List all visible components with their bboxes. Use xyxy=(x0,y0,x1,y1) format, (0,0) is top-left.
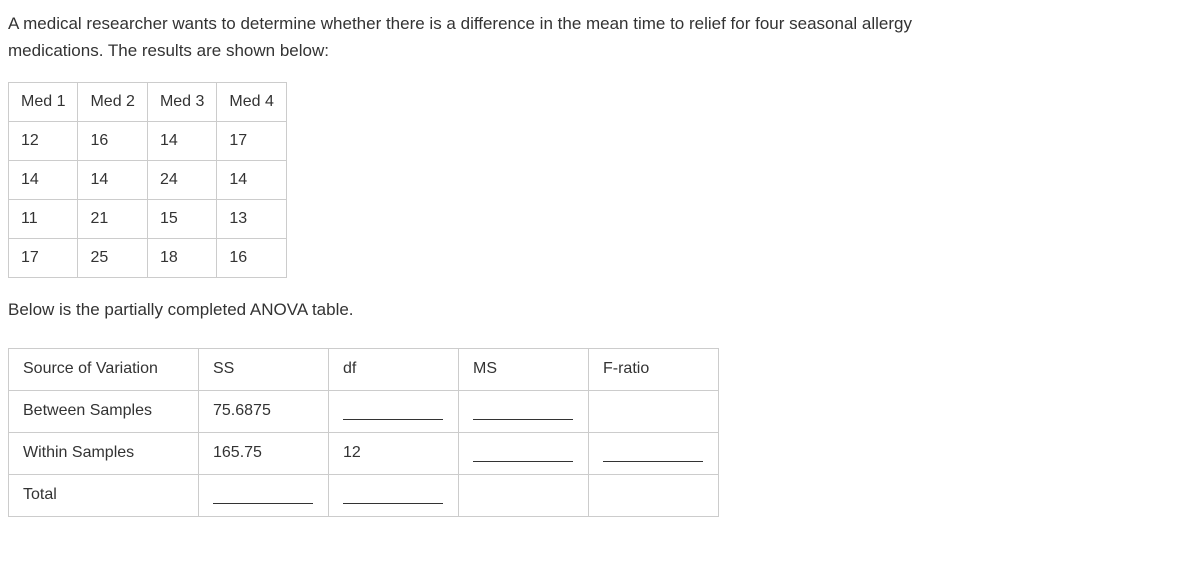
table-header-row: Med 1 Med 2 Med 3 Med 4 xyxy=(9,83,287,122)
data-cell: 25 xyxy=(78,239,147,278)
anova-row-between: Between Samples 75.6875 xyxy=(9,390,719,432)
problem-statement: A medical researcher wants to determine … xyxy=(8,10,1192,64)
header-med1: Med 1 xyxy=(9,83,78,122)
anova-df: 12 xyxy=(329,432,459,474)
anova-header-row: Source of Variation SS df MS F-ratio xyxy=(9,348,719,390)
data-cell: 16 xyxy=(217,239,286,278)
anova-table: Source of Variation SS df MS F-ratio Bet… xyxy=(8,348,719,517)
header-med2: Med 2 xyxy=(78,83,147,122)
anova-df-blank xyxy=(329,474,459,516)
anova-ms xyxy=(459,474,589,516)
blank-field xyxy=(603,448,703,462)
anova-label: Between Samples xyxy=(9,390,199,432)
data-cell: 17 xyxy=(217,122,286,161)
data-cell: 14 xyxy=(147,122,216,161)
table-row: 11 21 15 13 xyxy=(9,200,287,239)
data-cell: 14 xyxy=(78,161,147,200)
data-cell: 16 xyxy=(78,122,147,161)
anova-ss: 75.6875 xyxy=(199,390,329,432)
table-row: 12 16 14 17 xyxy=(9,122,287,161)
data-cell: 17 xyxy=(9,239,78,278)
data-cell: 15 xyxy=(147,200,216,239)
anova-row-within: Within Samples 165.75 12 xyxy=(9,432,719,474)
anova-f xyxy=(589,390,719,432)
data-cell: 24 xyxy=(147,161,216,200)
anova-df-blank xyxy=(329,390,459,432)
data-cell: 13 xyxy=(217,200,286,239)
anova-ss: 165.75 xyxy=(199,432,329,474)
medication-data-table: Med 1 Med 2 Med 3 Med 4 12 16 14 17 14 1… xyxy=(8,82,287,278)
blank-field xyxy=(473,406,573,420)
blank-field xyxy=(343,490,443,504)
blank-field xyxy=(213,490,313,504)
table-row: 14 14 24 14 xyxy=(9,161,287,200)
anova-header-f: F-ratio xyxy=(589,348,719,390)
intro-line-2: medications. The results are shown below… xyxy=(8,41,329,60)
anova-header-source: Source of Variation xyxy=(9,348,199,390)
anova-label: Total xyxy=(9,474,199,516)
anova-f xyxy=(589,474,719,516)
anova-header-ss: SS xyxy=(199,348,329,390)
data-cell: 21 xyxy=(78,200,147,239)
anova-row-total: Total xyxy=(9,474,719,516)
data-cell: 12 xyxy=(9,122,78,161)
anova-ms-blank xyxy=(459,390,589,432)
anova-header-ms: MS xyxy=(459,348,589,390)
data-cell: 14 xyxy=(217,161,286,200)
blank-field xyxy=(343,406,443,420)
table-row: 17 25 18 16 xyxy=(9,239,287,278)
anova-ss-blank xyxy=(199,474,329,516)
blank-field xyxy=(473,448,573,462)
header-med4: Med 4 xyxy=(217,83,286,122)
anova-ms-blank xyxy=(459,432,589,474)
anova-intro-text: Below is the partially completed ANOVA t… xyxy=(8,296,1192,323)
data-cell: 14 xyxy=(9,161,78,200)
intro-line-1: A medical researcher wants to determine … xyxy=(8,14,912,33)
anova-f-blank xyxy=(589,432,719,474)
data-cell: 18 xyxy=(147,239,216,278)
data-cell: 11 xyxy=(9,200,78,239)
header-med3: Med 3 xyxy=(147,83,216,122)
anova-header-df: df xyxy=(329,348,459,390)
anova-label: Within Samples xyxy=(9,432,199,474)
